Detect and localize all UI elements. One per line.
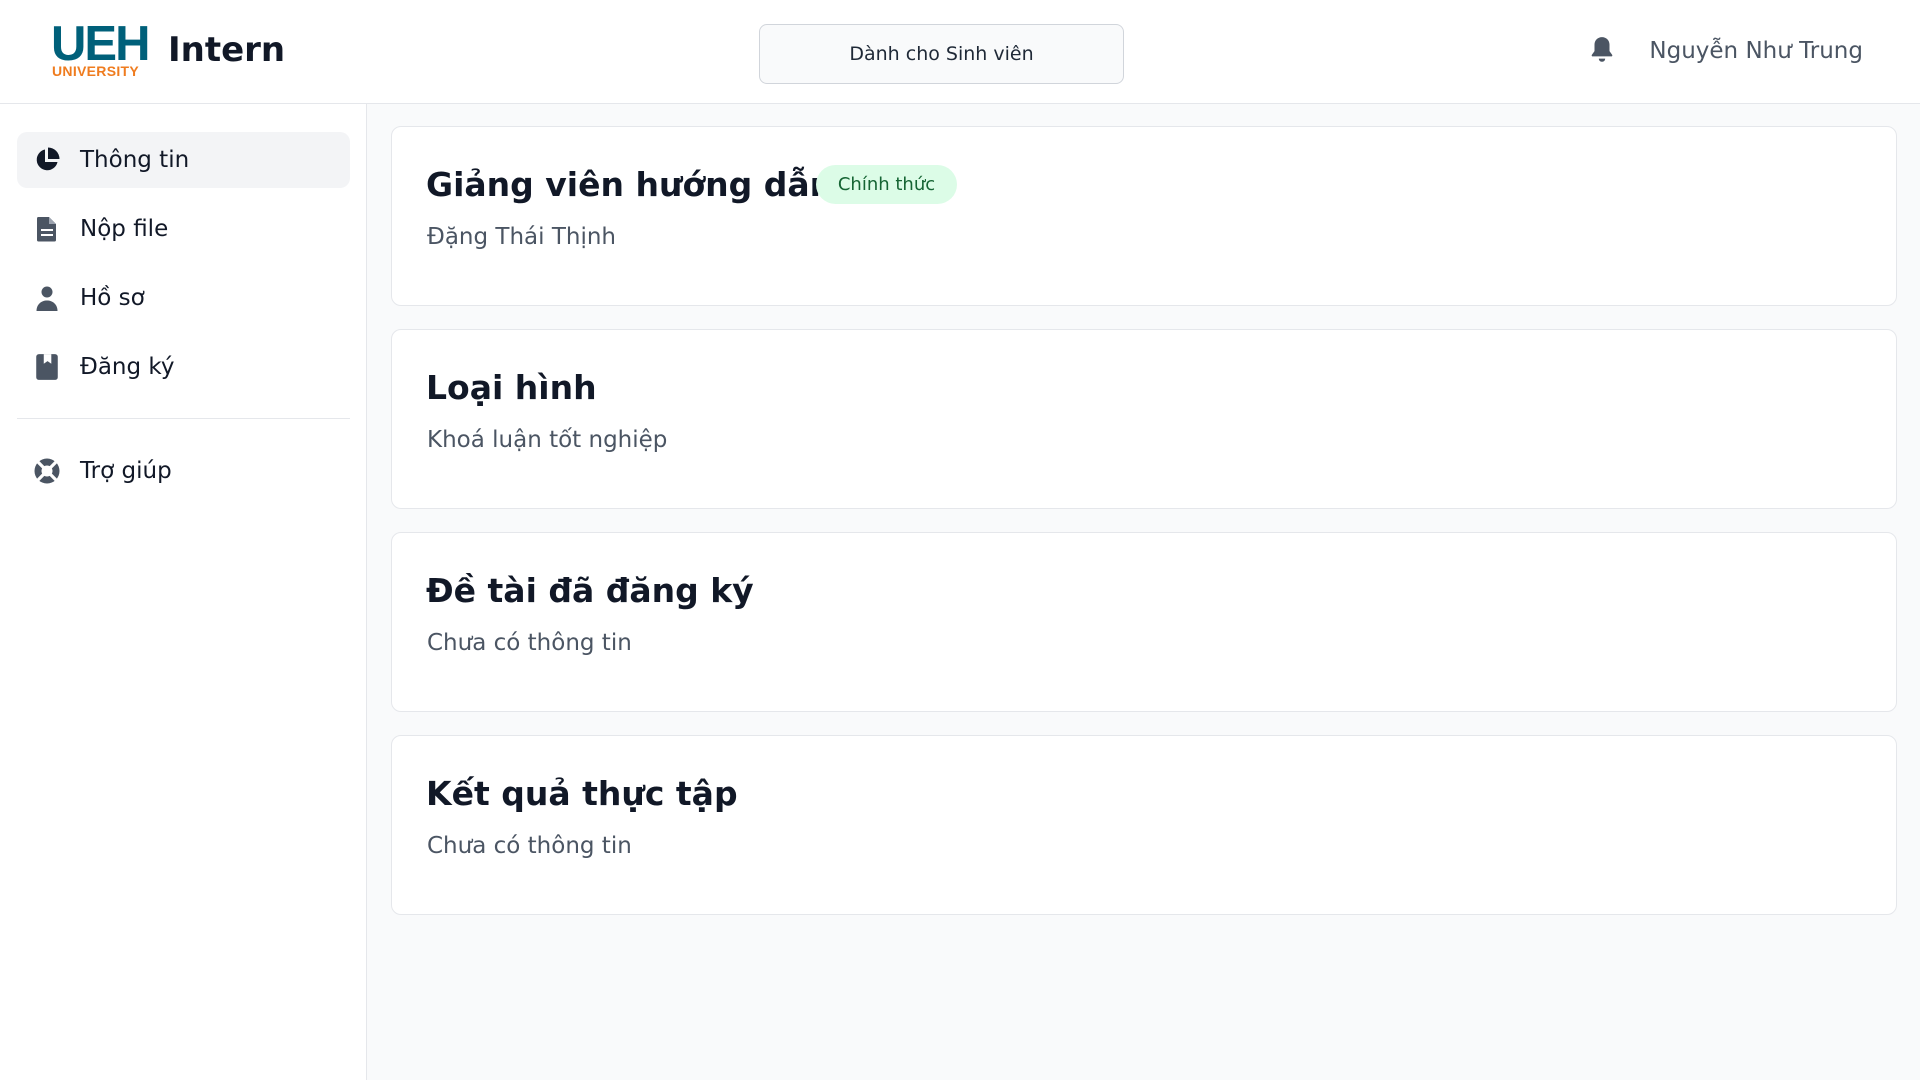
card-topic: Đề tài đã đăng ký Chưa có thông tin [391,532,1897,712]
bookmark-book-icon [32,352,62,382]
sidebar-item-thong-tin[interactable]: Thông tin [17,132,350,188]
sidebar-item-label: Thông tin [80,147,190,173]
sidebar-item-label: Nộp file [80,216,169,242]
bell-icon[interactable] [1589,34,1615,66]
card-value: Chưa có thông tin [427,833,632,859]
sidebar: Thông tin Nộp file Hồ sơ Đăng ký Trợ giú… [0,104,367,1080]
card-title: Kết quả thực tập [426,774,738,813]
role-selector-button[interactable]: Dành cho Sinh viên [759,24,1124,84]
card-value: Chưa có thông tin [427,630,632,656]
card-internship-result: Kết quả thực tập Chưa có thông tin [391,735,1897,915]
sidebar-item-dang-ky[interactable]: Đăng ký [17,339,350,395]
sidebar-divider [17,418,350,419]
sidebar-item-label: Trợ giúp [80,458,172,484]
logo-main-text: UEH [51,17,150,71]
sidebar-item-nop-file[interactable]: Nộp file [17,201,350,257]
card-value: Khoá luận tốt nghiệp [427,427,668,453]
card-title: Giảng viên hướng dẫn [426,165,834,204]
card-supervisor: Giảng viên hướng dẫn Chính thức Đặng Thá… [391,126,1897,306]
sidebar-item-tro-giup[interactable]: Trợ giúp [17,443,350,499]
card-type: Loại hình Khoá luận tốt nghiệp [391,329,1897,509]
sidebar-item-ho-so[interactable]: Hồ sơ [17,270,350,326]
card-title: Loại hình [426,368,597,407]
user-icon [32,283,62,313]
pie-chart-icon [32,145,62,175]
card-value: Đặng Thái Thịnh [427,224,616,250]
logo-sub-text: UNIVERSITY [52,63,140,79]
document-icon [32,214,62,244]
user-menu[interactable]: Nguyễn Như Trung [1649,34,1863,68]
ueh-logo: UEH UNIVERSITY [51,17,150,84]
lifebuoy-icon [32,456,62,486]
sidebar-item-label: Đăng ký [80,354,175,380]
top-header: UEH UNIVERSITY Intern Dành cho Sinh viên… [0,0,1920,104]
status-badge: Chính thức [816,165,957,204]
app-name: Intern [168,30,286,70]
sidebar-item-label: Hồ sơ [80,285,145,311]
card-title: Đề tài đã đăng ký [426,571,754,610]
